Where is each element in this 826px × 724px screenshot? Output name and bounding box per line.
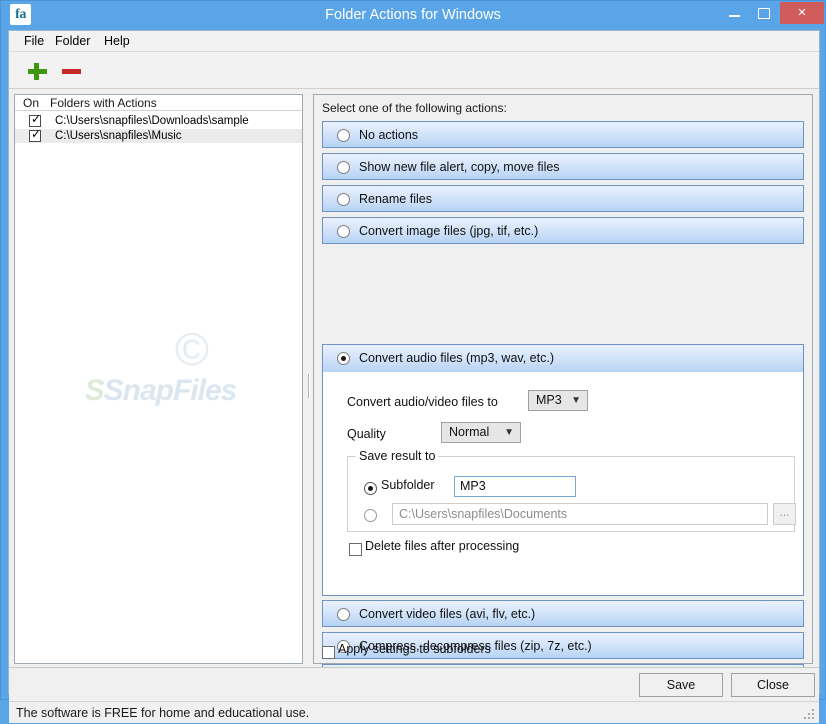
close-icon: × [797,4,807,21]
title-bar: fa Folder Actions for Windows × [1,1,825,29]
radio-button-icon[interactable] [337,161,350,174]
save-button[interactable]: Save [639,673,723,697]
action-option-rename-files[interactable]: Rename files [322,185,804,212]
action-label: No actions [359,128,419,142]
application-window: fa Folder Actions for Windows × File Fol… [0,0,826,723]
custom-path-value: C:\Users\snapfiles\Documents [399,507,568,521]
action-label: Convert video files (avi, flv, etc.) [359,607,536,621]
radio-custom-path-icon[interactable] [364,509,377,522]
audio-settings-body: Convert audio/video files to MP3 ▼ Quali… [323,372,803,595]
maximize-button[interactable] [749,2,779,24]
client-area: File Folder Help On Folders with Actions… [8,30,820,723]
toolbar [9,52,819,89]
watermark-brand-name: SnapFiles [103,374,238,407]
actions-panel: Select one of the following actions: No … [313,94,813,691]
action-label: Rename files [359,192,432,206]
subfolder-value: MP3 [460,479,486,493]
action-label: Show new file alert, copy, move files [359,160,560,174]
menu-item-help[interactable]: Help [97,31,137,52]
folder-list-panel: On Folders with Actions ✓ C:\Users\snapf… [14,94,303,664]
menu-item-folder[interactable]: Folder [48,31,97,52]
radio-subfolder-icon[interactable] [364,482,377,495]
close-button[interactable]: × [780,2,824,24]
plus-icon-vertical [34,63,39,80]
convert-to-label: Convert audio/video files to [347,395,498,409]
radio-button-icon[interactable] [337,129,350,142]
delete-after-processing-label: Delete files after processing [365,539,520,553]
action-row: No actions [323,122,803,149]
quality-select[interactable]: Normal ▼ [441,422,521,443]
apply-to-subfolders-label: Apply settings to subfolders [338,642,491,656]
minimize-button[interactable] [719,2,749,24]
panel-splitter[interactable] [305,94,313,664]
actions-heading: Select one of the following actions: [322,101,507,115]
save-result-title: Save result to [356,449,439,463]
add-folder-button[interactable] [27,61,48,82]
chevron-down-icon: ▼ [571,395,581,406]
row-checkbox[interactable]: ✓ [29,127,42,142]
action-row: Rename files [323,186,803,213]
menu-bar: File Folder Help [9,31,819,52]
browse-button[interactable]: ... [773,503,796,525]
custom-path-input[interactable]: C:\Users\snapfiles\Documents [392,503,768,525]
radio-button-icon[interactable] [337,225,350,238]
save-result-groupbox: Save result to Subfolder MP3 C:\Users\sn… [347,449,796,532]
splitter-grip-icon [308,374,310,398]
ellipsis-icon: ... [779,505,790,519]
checkmark-icon: ✓ [31,112,42,126]
subfolder-input[interactable]: MP3 [454,476,576,497]
action-label: Convert audio files (mp3, wav, etc.) [359,351,554,365]
status-text: The software is FREE for home and educat… [16,706,310,720]
maximize-icon [758,8,770,19]
window-title: Folder Actions for Windows [325,7,501,23]
menu-item-file[interactable]: File [17,31,51,52]
action-row: Show new file alert, copy, move files [323,154,803,181]
apply-to-subfolders-checkbox[interactable] [322,646,335,659]
status-bar: The software is FREE for home and educat… [9,701,819,723]
chevron-down-icon: ▼ [504,427,514,438]
folder-list-header: On Folders with Actions [15,95,302,111]
action-option-no-actions[interactable]: No actions [322,121,804,148]
column-header-folders: Folders with Actions [50,96,157,110]
radio-button-icon[interactable] [337,193,350,206]
watermark-brand-mark: S [84,374,105,407]
folder-path: C:\Users\snapfiles\Downloads\sample [55,115,249,127]
action-option-show-new-file-alert[interactable]: Show new file alert, copy, move files [322,153,804,180]
radio-button-icon[interactable] [337,608,350,621]
quality-value: Normal [449,425,490,439]
action-row: Convert image files (jpg, tif, etc.) [323,218,803,245]
minus-icon [62,69,81,74]
snapfiles-watermark: © SSnapFiles [15,320,302,430]
dialog-button-bar: Save Close [9,667,819,701]
resize-grip-icon[interactable] [804,709,816,721]
format-select[interactable]: MP3 ▼ [528,390,588,411]
remove-folder-button[interactable] [61,61,82,82]
format-value: MP3 [536,393,562,407]
subfolder-label: Subfolder [381,478,435,492]
watermark-text: SSnapFiles [17,374,302,408]
action-option-convert-video-files[interactable]: Convert video files (avi, flv, etc.) [322,600,804,627]
delete-after-processing-checkbox[interactable] [349,543,362,556]
folder-path: C:\Users\snapfiles\Music [55,130,182,142]
column-header-on: On [23,96,40,110]
checkmark-icon: ✓ [31,127,42,141]
minimize-icon [729,15,740,17]
quality-label: Quality [347,427,386,441]
close-dialog-button[interactable]: Close [731,673,815,697]
action-option-convert-image-files[interactable]: Convert image files (jpg, tif, etc.) [322,217,804,244]
action-row: Convert video files (avi, flv, etc.) [323,601,803,628]
table-row[interactable]: ✓ C:\Users\snapfiles\Downloads\sample [15,112,302,128]
radio-button-icon[interactable] [337,352,350,365]
row-checkbox[interactable]: ✓ [29,112,42,127]
copyright-icon: © [175,323,209,375]
action-option-convert-audio-files[interactable]: Convert audio files (mp3, wav, etc.) Con… [322,344,804,596]
action-label: Convert image files (jpg, tif, etc.) [359,224,539,238]
table-row[interactable]: ✓ C:\Users\snapfiles\Music [15,127,302,143]
action-row: Convert audio files (mp3, wav, etc.) [323,345,803,372]
